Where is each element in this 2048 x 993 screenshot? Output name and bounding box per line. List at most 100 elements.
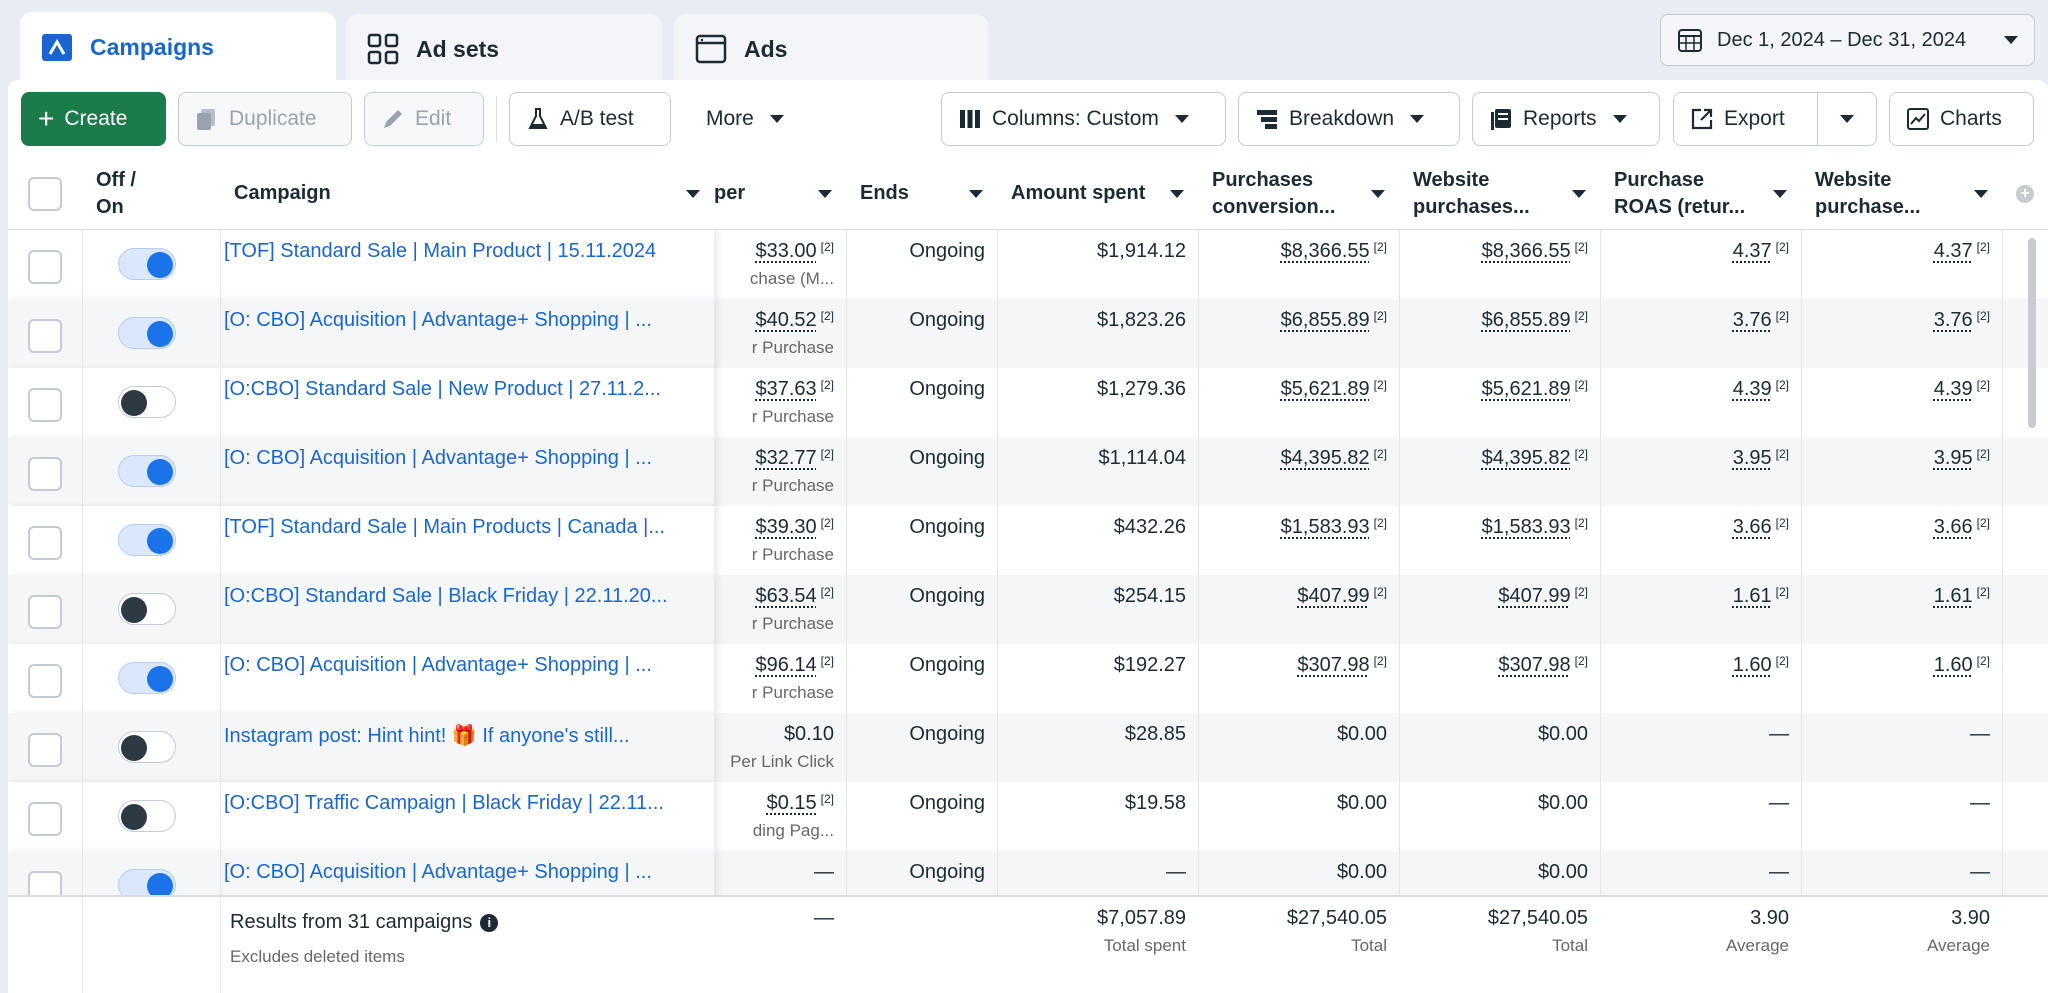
campaign-toggle[interactable]	[118, 248, 176, 280]
row-checkbox[interactable]	[28, 802, 62, 836]
row-checkbox[interactable]	[28, 319, 62, 353]
row-checkbox[interactable]	[28, 733, 62, 767]
header-ends[interactable]: Ends	[846, 158, 997, 230]
cell-value[interactable]: $39.30	[755, 516, 816, 538]
cell-value[interactable]: 4.39	[1733, 378, 1772, 400]
export-button[interactable]: Export	[1673, 92, 1818, 146]
cell-value[interactable]: $33.00	[755, 240, 816, 262]
cell-value[interactable]: $0.15	[767, 792, 817, 814]
table-row[interactable]: $96.14 [2] r Purchase Ongoing $192.27 $307.98…	[8, 644, 2048, 713]
breakdown-button[interactable]: Breakdown	[1238, 92, 1460, 146]
header-select-all[interactable]	[8, 158, 82, 230]
cell-value[interactable]: 3.95	[1934, 447, 1973, 469]
campaign-name-link[interactable]: [O:CBO] Standard Sale | Black Friday | 2…	[224, 585, 704, 608]
cell-value[interactable]: $4,395.82	[1281, 447, 1370, 469]
campaign-name-link[interactable]: [TOF] Standard Sale | Main Products | Ca…	[224, 516, 704, 539]
cell-value[interactable]: 4.37	[1733, 240, 1772, 262]
columns-button[interactable]: Columns: Custom	[941, 92, 1226, 146]
cell-value[interactable]: $407.99	[1498, 585, 1570, 607]
header-purchase-roas[interactable]: Purchase ROAS (retur...	[1600, 158, 1801, 230]
cell-value[interactable]: 3.76	[1934, 309, 1973, 331]
header-campaign[interactable]: Campaign	[220, 158, 714, 230]
row-checkbox[interactable]	[28, 526, 62, 560]
header-purchases-conversion[interactable]: Purchases conversion...	[1198, 158, 1399, 230]
cell-value[interactable]: $96.14	[755, 654, 816, 676]
cell-value[interactable]: 1.61	[1934, 585, 1973, 607]
campaign-toggle[interactable]	[118, 386, 176, 418]
cell-value[interactable]: 4.37	[1934, 240, 1973, 262]
campaign-name-link[interactable]: [O: CBO] Acquisition | Advantage+ Shoppi…	[224, 654, 704, 677]
table-row[interactable]: $0.10 Per Link Click Ongoing $28.85 $0.00 $0.…	[8, 713, 2048, 782]
vertical-scrollbar[interactable]	[2028, 238, 2036, 428]
campaign-toggle[interactable]	[118, 662, 176, 694]
tab-campaigns[interactable]: Campaigns	[20, 12, 336, 82]
campaign-name-link[interactable]: [O: CBO] Acquisition | Advantage+ Shoppi…	[224, 309, 704, 332]
table-row[interactable]: $37.63 [2] r Purchase Ongoing $1,279.36 $5,62…	[8, 368, 2048, 437]
cell-value[interactable]: $6,855.89	[1482, 309, 1571, 331]
cell-value[interactable]: 4.39	[1934, 378, 1973, 400]
more-button[interactable]: More	[690, 92, 810, 146]
table-row[interactable]: $33.00 [2] chase (M... Ongoing $1,914.12 $8,3…	[8, 230, 2048, 299]
cell-value[interactable]: 1.60	[1733, 654, 1772, 676]
campaign-toggle[interactable]	[118, 593, 176, 625]
header-website-purchase-roas[interactable]: Website purchase...	[1801, 158, 2002, 230]
cell-value[interactable]: $1,583.93	[1281, 516, 1370, 538]
tab-ads[interactable]: Ads	[674, 14, 988, 84]
header-amount-spent[interactable]: Amount spent	[997, 158, 1198, 230]
charts-button[interactable]: Charts	[1889, 92, 2034, 146]
cell-value[interactable]: 3.95	[1733, 447, 1772, 469]
export-dropdown-button[interactable]	[1817, 92, 1877, 146]
cell-value[interactable]: $8,366.55	[1482, 240, 1571, 262]
campaign-name-link[interactable]: Instagram post: Hint hint! 🎁 If anyone's…	[224, 723, 704, 748]
cell-value[interactable]: $1,583.93	[1482, 516, 1571, 538]
cell-value[interactable]: $307.98	[1498, 654, 1570, 676]
table-row[interactable]: $63.54 [2] r Purchase Ongoing $254.15 $407.99…	[8, 575, 2048, 644]
table-row[interactable]: $0.15 [2] ding Pag... Ongoing $19.58 $0.00 $0.…	[8, 782, 2048, 851]
cell-value[interactable]: $4,395.82	[1482, 447, 1571, 469]
campaign-toggle[interactable]	[118, 800, 176, 832]
campaign-toggle[interactable]	[118, 455, 176, 487]
cell-value[interactable]: 3.66	[1733, 516, 1772, 538]
select-all-checkbox[interactable]	[28, 177, 62, 211]
cell-value[interactable]: $407.99	[1297, 585, 1369, 607]
duplicate-button[interactable]: Duplicate	[178, 92, 352, 146]
campaign-name-link[interactable]: [O: CBO] Acquisition | Advantage+ Shoppi…	[224, 447, 704, 470]
cell-value[interactable]: 1.60	[1934, 654, 1973, 676]
reports-button[interactable]: Reports	[1472, 92, 1660, 146]
campaign-toggle[interactable]	[118, 731, 176, 763]
table-row[interactable]: $40.52 [2] r Purchase Ongoing $1,823.26 $6,85…	[8, 299, 2048, 368]
row-checkbox[interactable]	[28, 595, 62, 629]
campaign-toggle[interactable]	[118, 524, 176, 556]
cell-value[interactable]: $6,855.89	[1281, 309, 1370, 331]
campaign-name-link[interactable]: [O: CBO] Acquisition | Advantage+ Shoppi…	[224, 861, 704, 884]
edit-button[interactable]: Edit	[364, 92, 484, 146]
cell-value[interactable]: $5,621.89	[1281, 378, 1370, 400]
campaign-toggle[interactable]	[118, 317, 176, 349]
info-icon[interactable]: i	[480, 913, 499, 932]
cell-value[interactable]: $307.98	[1297, 654, 1369, 676]
header-website-purchases[interactable]: Website purchases...	[1399, 158, 1600, 230]
row-checkbox[interactable]	[28, 250, 62, 284]
cell-value[interactable]: 1.61	[1733, 585, 1772, 607]
cell-value[interactable]: 3.66	[1934, 516, 1973, 538]
campaign-name-link[interactable]: [O:CBO] Traffic Campaign | Black Friday …	[224, 792, 704, 815]
cell-value[interactable]: $5,621.89	[1482, 378, 1571, 400]
cell-value[interactable]: 3.76	[1733, 309, 1772, 331]
tab-ad-sets[interactable]: Ad sets	[346, 14, 662, 84]
ab-test-button[interactable]: A/B test	[509, 92, 671, 146]
table-row[interactable]: $32.77 [2] r Purchase Ongoing $1,114.04 $4,39…	[8, 437, 2048, 506]
table-row[interactable]: $39.30 [2] r Purchase Ongoing $432.26 $1,583.…	[8, 506, 2048, 575]
campaign-name-link[interactable]: [TOF] Standard Sale | Main Product | 15.…	[224, 240, 704, 263]
date-range-picker[interactable]: Dec 1, 2024 – Dec 31, 2024	[1660, 14, 2035, 66]
cell-value[interactable]: $37.63	[755, 378, 816, 400]
cell-value[interactable]: $40.52	[755, 309, 816, 331]
add-column-button[interactable]: +	[2002, 158, 2048, 230]
cell-value[interactable]: $63.54	[755, 585, 816, 607]
cell-value[interactable]: $32.77	[755, 447, 816, 469]
cell-value[interactable]: $8,366.55	[1281, 240, 1370, 262]
row-checkbox[interactable]	[28, 664, 62, 698]
row-checkbox[interactable]	[28, 388, 62, 422]
campaign-name-link[interactable]: [O:CBO] Standard Sale | New Product | 27…	[224, 378, 704, 401]
row-checkbox[interactable]	[28, 457, 62, 491]
header-cost-per-result[interactable]: per	[714, 158, 846, 230]
